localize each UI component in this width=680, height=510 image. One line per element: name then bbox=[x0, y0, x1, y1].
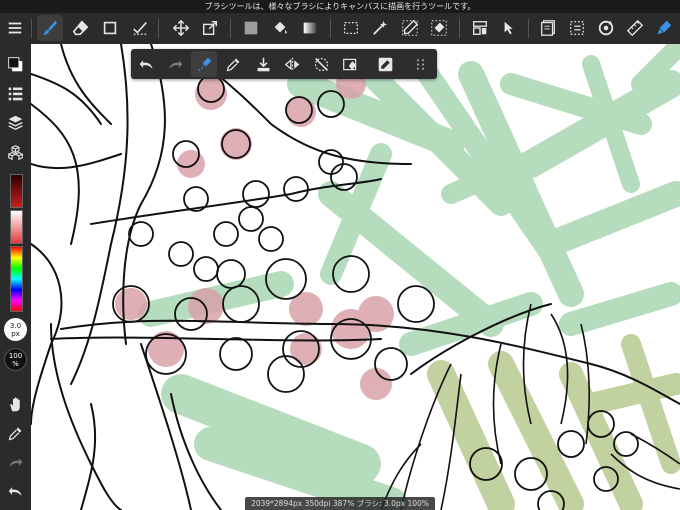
rotate-view-icon[interactable] bbox=[593, 15, 619, 41]
eyedropper-sidebar-icon[interactable] bbox=[2, 421, 29, 445]
flip-horizontal-icon[interactable] bbox=[279, 51, 305, 77]
select-rectangle-icon[interactable] bbox=[338, 15, 364, 41]
layers-icon[interactable] bbox=[2, 110, 29, 134]
operate-tool-icon[interactable] bbox=[497, 15, 523, 41]
stabilizer-icon[interactable] bbox=[191, 51, 217, 77]
move-tool-icon[interactable] bbox=[168, 15, 194, 41]
color-swap-icon[interactable] bbox=[2, 52, 29, 76]
hue-slider[interactable] bbox=[10, 246, 23, 312]
eyedropper-icon[interactable] bbox=[220, 51, 246, 77]
snap-icon[interactable] bbox=[467, 15, 493, 41]
magic-wand-icon[interactable] bbox=[367, 15, 393, 41]
bucket-tool-icon[interactable] bbox=[267, 15, 293, 41]
undo-icon[interactable] bbox=[133, 51, 159, 77]
gradient-tool-icon[interactable] bbox=[297, 15, 323, 41]
brush-size-unit: px bbox=[11, 329, 20, 338]
opacity-value: 100 bbox=[8, 351, 23, 360]
select-eraser-icon[interactable] bbox=[426, 15, 452, 41]
view-selection-icon[interactable] bbox=[564, 15, 590, 41]
artwork bbox=[31, 44, 680, 510]
redo-icon[interactable] bbox=[162, 51, 188, 77]
brush-size-value: 3.0 bbox=[9, 321, 22, 330]
ruler-icon[interactable] bbox=[622, 15, 648, 41]
edit-icon[interactable] bbox=[372, 51, 398, 77]
materials-panel-icon[interactable] bbox=[2, 140, 29, 164]
opacity-unit: % bbox=[12, 359, 19, 368]
hint-bar: ブラシツールは、様々なブラシによりキャンバスに描画を行うツールです。 bbox=[0, 0, 680, 13]
brush-size-indicator[interactable]: 3.0 px bbox=[4, 318, 27, 341]
pen-settings-icon[interactable] bbox=[651, 15, 677, 41]
main-toolbar bbox=[0, 13, 680, 44]
selection-pen-tool-icon[interactable] bbox=[127, 15, 153, 41]
undo-sidebar-icon[interactable] bbox=[2, 479, 29, 503]
redo-sidebar-icon[interactable] bbox=[2, 450, 29, 474]
clear-eraser-icon[interactable] bbox=[337, 51, 363, 77]
sub-toolbar bbox=[131, 49, 437, 79]
download-icon[interactable] bbox=[250, 51, 276, 77]
opacity-indicator[interactable]: 100 % bbox=[4, 348, 27, 371]
layer-list-icon[interactable] bbox=[2, 81, 29, 105]
canvas-status-bar: 2039*2894px 350dpi 387% ブラシ: 3.0px 100% bbox=[245, 497, 435, 510]
color-brightness-slider[interactable] bbox=[10, 210, 23, 244]
eraser-tool-icon[interactable] bbox=[68, 15, 94, 41]
hand-tool-icon[interactable] bbox=[2, 392, 29, 416]
transform-tool-icon[interactable] bbox=[197, 15, 223, 41]
color-value-slider[interactable] bbox=[10, 174, 23, 208]
left-sidebar: 3.0 px 100 % bbox=[0, 44, 31, 510]
drawing-canvas[interactable] bbox=[31, 44, 680, 510]
rectangle-tool-icon[interactable] bbox=[97, 15, 123, 41]
cancel-transform-icon[interactable] bbox=[308, 51, 334, 77]
materials-icon[interactable] bbox=[535, 15, 561, 41]
menu-icon[interactable] bbox=[2, 15, 28, 41]
fill-color-icon[interactable] bbox=[238, 15, 264, 41]
more-icon[interactable] bbox=[407, 51, 433, 77]
brush-tool-icon[interactable] bbox=[37, 15, 63, 41]
select-pen-icon[interactable] bbox=[397, 15, 423, 41]
